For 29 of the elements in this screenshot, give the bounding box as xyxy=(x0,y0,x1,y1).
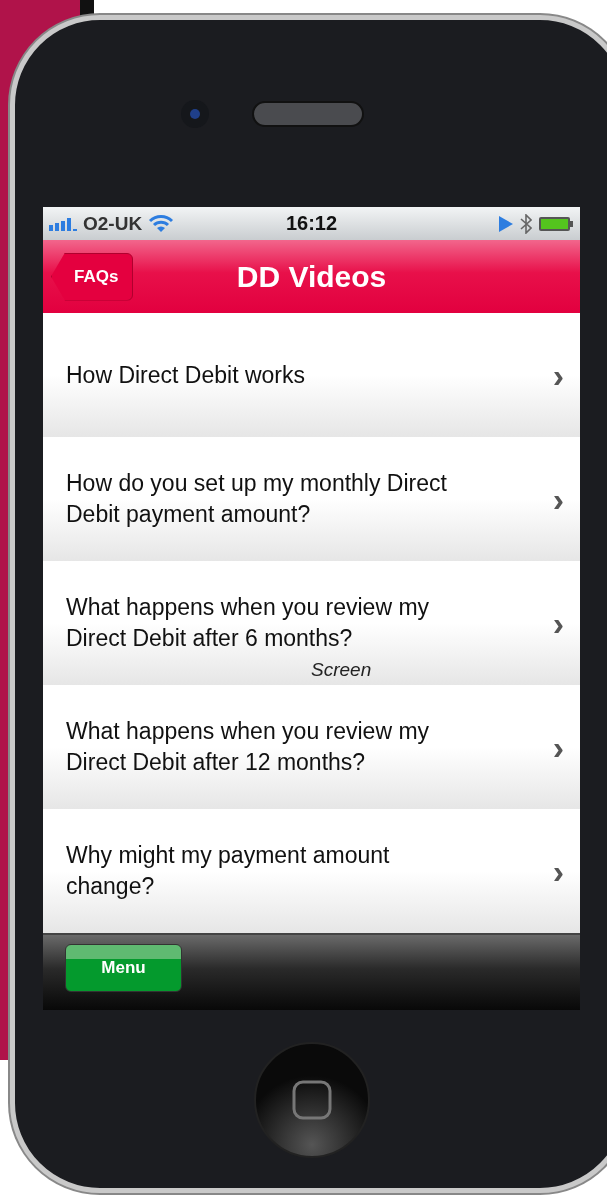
overlay-label: Screen xyxy=(311,659,372,681)
signal-icon xyxy=(49,216,77,231)
list-item-label: What happens when you review my Direct Debit after 6 months? xyxy=(66,593,431,653)
chevron-icon: › xyxy=(552,603,564,643)
list-item-label: What happens when you review my Direct Debit after 12 months? xyxy=(66,717,431,777)
list-item-label: How do you set up my monthly Direct Debit payment amount? xyxy=(66,469,448,529)
list-item[interactable]: How Direct Debit works › xyxy=(43,313,580,437)
menu-button[interactable]: Menu xyxy=(65,943,182,992)
status-time: 16:12 xyxy=(285,212,338,235)
chevron-icon: › xyxy=(552,355,564,395)
camera-icon xyxy=(179,98,210,129)
battery-icon xyxy=(538,215,574,232)
location-arrow-icon xyxy=(498,214,514,233)
back-button[interactable]: FAQs xyxy=(51,252,134,301)
square-icon xyxy=(291,1080,332,1120)
list-item-label: Why might my payment amount change? xyxy=(66,841,391,901)
list-item[interactable]: Why might my payment amount change? › xyxy=(43,809,580,933)
list-item[interactable]: What happens when you review my Direct Debit after 12 months? › xyxy=(43,685,580,809)
chevron-icon: › xyxy=(552,727,564,767)
chevron-icon: › xyxy=(552,851,564,891)
carrier-name: O2-UK xyxy=(83,212,143,235)
list-item[interactable]: How do you set up my monthly Direct Debit payment amount? › xyxy=(43,437,580,561)
list-item-label: How Direct Debit works xyxy=(66,360,305,390)
bluetooth-icon xyxy=(520,213,532,234)
screen-title: DD Videos xyxy=(236,259,387,294)
chevron-icon: › xyxy=(552,479,564,519)
wifi-icon xyxy=(148,214,175,233)
list-item[interactable]: What happens when you review my Direct Debit after 6 months? › Screen xyxy=(43,561,580,685)
speaker-icon xyxy=(251,100,364,127)
